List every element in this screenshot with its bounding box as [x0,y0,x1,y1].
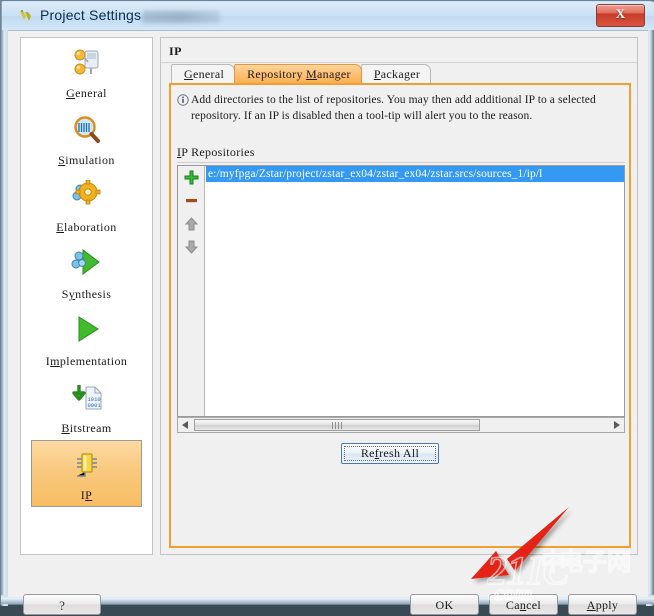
scrollbar-thumb[interactable] [194,419,480,431]
tab-packager[interactable]: Packager [360,64,432,83]
svg-text:0001: 0001 [87,402,101,409]
sidebar-item-general[interactable]: General [31,38,142,105]
label-underline [177,162,625,163]
vivado-logo-icon [18,8,35,25]
sidebar-item-simulation[interactable]: Simulation [31,105,142,172]
sidebar-item-label: Bitstream [61,421,112,435]
sidebar-item-elaboration[interactable]: Elaboration [31,172,142,239]
settings-category-list[interactable]: General Simulation Elaboration Synthesis… [20,37,153,555]
sidebar-item-label: Simulation [58,153,115,167]
move-up-button[interactable] [178,212,205,235]
info-text: Add directories to the list of repositor… [191,94,596,122]
window-frame-left [1,1,8,606]
ip-repositories-label: IP Repositories [177,145,255,159]
list-item[interactable]: e:/myfpga/Zstar/project/zstar_ex04/zstar… [206,166,624,182]
close-icon: X [615,6,626,21]
scroll-right-icon[interactable] [609,418,624,432]
general-icon [32,43,141,85]
blurred-project-name [142,11,220,23]
window-title: Project Settings [40,7,142,23]
settings-panel: IP General Repository Manager Packager A… [160,37,638,555]
refresh-all-label: Re f resh All [344,446,436,461]
close-button[interactable]: X [596,4,645,27]
tab-bar: General Repository Manager Packager [171,64,432,84]
move-down-button[interactable] [178,235,205,258]
repository-manager-pane: Add directories to the list of repositor… [169,83,631,548]
title-separator [161,62,637,63]
scroll-left-icon[interactable] [178,418,193,432]
info-message: Add directories to the list of repositor… [177,93,625,124]
sidebar-item-label: General [66,86,107,100]
sidebar-item-ip[interactable]: IP [31,440,142,507]
scrollbar-grip [332,422,342,429]
tab-general[interactable]: General [171,64,236,83]
refresh-all-button[interactable]: Re f resh All [341,443,439,464]
list-toolbar [178,166,205,416]
horizontal-scrollbar[interactable] [177,417,625,433]
bitstream-icon: 1010 0001 [32,378,141,420]
info-icon [177,94,189,106]
sidebar-item-label: Synthesis [61,287,112,301]
remove-repository-button[interactable] [178,189,205,212]
add-repository-button[interactable] [178,166,205,189]
sidebar-item-label: Elaboration [56,220,117,234]
simulation-icon [32,110,141,152]
dialog-body: General Simulation Elaboration Synthesis… [8,30,648,615]
sidebar-item-label: IP [80,488,93,502]
title-bar: Project Settings X [2,2,654,30]
implementation-icon [32,311,141,353]
elaboration-icon [32,177,141,219]
ip-chip-icon [32,445,141,487]
project-settings-window: Project Settings X General Simulation El… [0,0,654,615]
repository-rows[interactable]: e:/myfpga/Zstar/project/zstar_ex04/zstar… [206,166,624,416]
ip-repositories-list: e:/myfpga/Zstar/project/zstar_ex04/zstar… [177,165,625,417]
tab-repository-manager[interactable]: Repository Manager [234,64,362,83]
sidebar-item-label: Implementation [45,354,128,368]
sidebar-item-synthesis[interactable]: Synthesis [31,239,142,306]
page-title: IP [169,44,182,58]
sidebar-item-bitstream[interactable]: 1010 0001 Bitstream [31,373,142,440]
sidebar-item-implementation[interactable]: Implementation [31,306,142,373]
synthesis-icon [32,244,141,286]
